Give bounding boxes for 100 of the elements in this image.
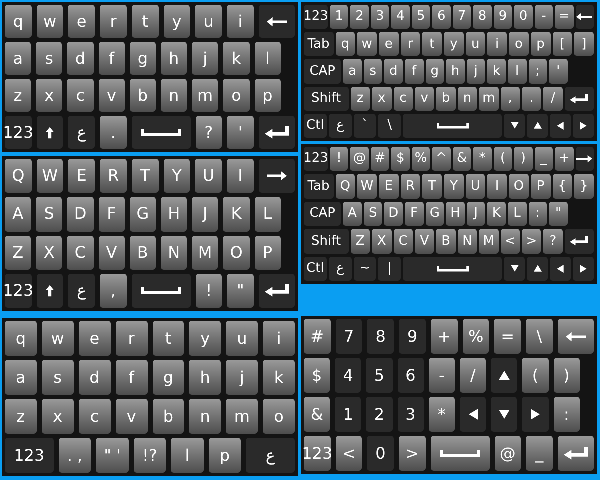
keyboard-key[interactable]: x [36, 79, 62, 112]
keyboard-key[interactable]: $ [304, 358, 330, 393]
keyboard-key[interactable]: / [543, 86, 563, 111]
keyboard-key[interactable]: L [508, 202, 527, 226]
keyboard-key[interactable] [527, 114, 548, 138]
keyboard-key[interactable]: . [100, 116, 127, 149]
keyboard-key[interactable]: ? [196, 116, 222, 149]
keyboard-key[interactable]: 5 [366, 358, 393, 393]
keyboard-key[interactable] [430, 436, 490, 471]
keyboard-key[interactable]: > [399, 436, 426, 471]
keyboard-key[interactable]: e [78, 321, 111, 356]
keyboard-key[interactable]: M [479, 229, 499, 254]
keyboard-key[interactable]: D [384, 202, 403, 226]
keyboard-key[interactable]: k [263, 360, 295, 395]
keyboard-key[interactable]: r [116, 321, 148, 356]
keyboard-key[interactable]: o [509, 32, 529, 56]
keyboard-key[interactable]: t [132, 5, 159, 38]
keyboard-key[interactable]: Ctl [304, 114, 327, 138]
keyboard-key[interactable]: c [67, 79, 94, 112]
keyboard-key[interactable]: w [42, 321, 74, 356]
keyboard-key[interactable]: 9 [399, 319, 426, 354]
keyboard-key[interactable]: H [161, 197, 188, 232]
keyboard-key[interactable]: y [444, 32, 464, 56]
keyboard-key[interactable]: s [36, 42, 62, 75]
keyboard-key[interactable]: E [68, 159, 96, 194]
keyboard-key[interactable]: p [254, 79, 281, 112]
keyboard-key[interactable]: * [473, 147, 492, 172]
keyboard-key[interactable]: y [164, 5, 190, 38]
keyboard-key[interactable]: ) [514, 147, 533, 172]
keyboard-key[interactable] [573, 114, 594, 138]
keyboard-key[interactable]: | [378, 256, 402, 282]
keyboard-key[interactable]: & [304, 397, 330, 432]
keyboard-key[interactable]: < [336, 436, 362, 471]
keyboard-key[interactable] [258, 274, 296, 308]
keyboard-key[interactable]: _ [526, 436, 553, 471]
keyboard-key[interactable]: ( [522, 358, 549, 393]
keyboard-key[interactable]: 4 [391, 5, 410, 30]
keyboard-key[interactable]: 123 [304, 5, 328, 30]
keyboard-key[interactable]: S [36, 197, 62, 232]
keyboard-key[interactable]: 3 [398, 397, 424, 432]
keyboard-key[interactable]: i [263, 321, 295, 356]
keyboard-key[interactable]: T [132, 159, 159, 194]
keyboard-key[interactable]: b [436, 86, 456, 111]
keyboard-key[interactable]: _ [534, 147, 554, 172]
keyboard-key[interactable]: K [487, 202, 506, 226]
keyboard-key[interactable]: 7 [452, 5, 472, 30]
keyboard-key[interactable]: Shift [304, 86, 349, 111]
keyboard-key[interactable]: T [422, 174, 442, 199]
keyboard-key[interactable]: % [412, 147, 430, 172]
keyboard-key[interactable]: ( [494, 147, 512, 172]
keyboard-key[interactable]: O [223, 236, 250, 270]
keyboard-key[interactable]: L [254, 197, 281, 232]
keyboard-key[interactable] [504, 256, 526, 282]
keyboard-key[interactable]: M [192, 236, 218, 270]
keyboard-key[interactable]: 8 [367, 319, 394, 354]
keyboard-key[interactable]: \ [378, 114, 402, 138]
keyboard-key[interactable]: g [130, 42, 156, 75]
keyboard-key[interactable]: W [36, 159, 64, 194]
keyboard-key[interactable] [403, 256, 502, 282]
keyboard-key[interactable]: Tab [304, 32, 334, 56]
keyboard-key[interactable]: B [130, 236, 156, 270]
keyboard-key[interactable]: CAP [304, 59, 342, 84]
keyboard-key[interactable]: < [500, 229, 520, 254]
keyboard-key[interactable]: n [161, 79, 188, 112]
keyboard-key[interactable]: u [195, 5, 222, 38]
keyboard-key[interactable]: 4 [335, 358, 362, 393]
keyboard-key[interactable]: ع [68, 116, 96, 149]
keyboard-key[interactable]: q [336, 32, 356, 56]
keyboard-key[interactable]: / [460, 358, 486, 393]
keyboard-key[interactable]: r [100, 5, 127, 38]
keyboard-key[interactable]: R [100, 159, 127, 194]
keyboard-key[interactable]: " ' [96, 438, 129, 473]
keyboard-key[interactable]: A [5, 197, 32, 232]
keyboard-key[interactable]: ? [543, 229, 563, 254]
keyboard-key[interactable]: z [5, 399, 37, 434]
keyboard-key[interactable] [550, 114, 572, 138]
keyboard-key[interactable]: 123 [304, 147, 328, 172]
keyboard-key[interactable]: ! [330, 147, 348, 172]
keyboard-key[interactable]: 1 [330, 5, 348, 30]
keyboard-key[interactable]: l [254, 42, 281, 75]
keyboard-key[interactable]: : [554, 397, 580, 432]
keyboard-key[interactable]: h [161, 42, 188, 75]
keyboard-key[interactable] [491, 397, 518, 432]
keyboard-key[interactable] [132, 274, 191, 308]
keyboard-key[interactable]: l [171, 438, 204, 473]
keyboard-key[interactable]: x [42, 399, 74, 434]
keyboard-key[interactable]: Ctl [304, 256, 327, 282]
keyboard-key[interactable]: Z [5, 236, 32, 270]
keyboard-key[interactable]: E [378, 174, 399, 199]
keyboard-key[interactable]: ) [554, 358, 580, 393]
keyboard-key[interactable]: l [508, 59, 527, 84]
keyboard-key[interactable]: U [195, 159, 222, 194]
keyboard-key[interactable]: Q [336, 174, 356, 199]
keyboard-key[interactable]: w [36, 5, 64, 38]
keyboard-key[interactable]: 123 [5, 438, 54, 473]
keyboard-key[interactable]: V [98, 236, 125, 270]
keyboard-key[interactable]: v [414, 86, 434, 111]
keyboard-key[interactable]: 3 [370, 5, 390, 30]
keyboard-key[interactable]: z [350, 86, 370, 111]
keyboard-key[interactable]: @ [494, 436, 522, 471]
